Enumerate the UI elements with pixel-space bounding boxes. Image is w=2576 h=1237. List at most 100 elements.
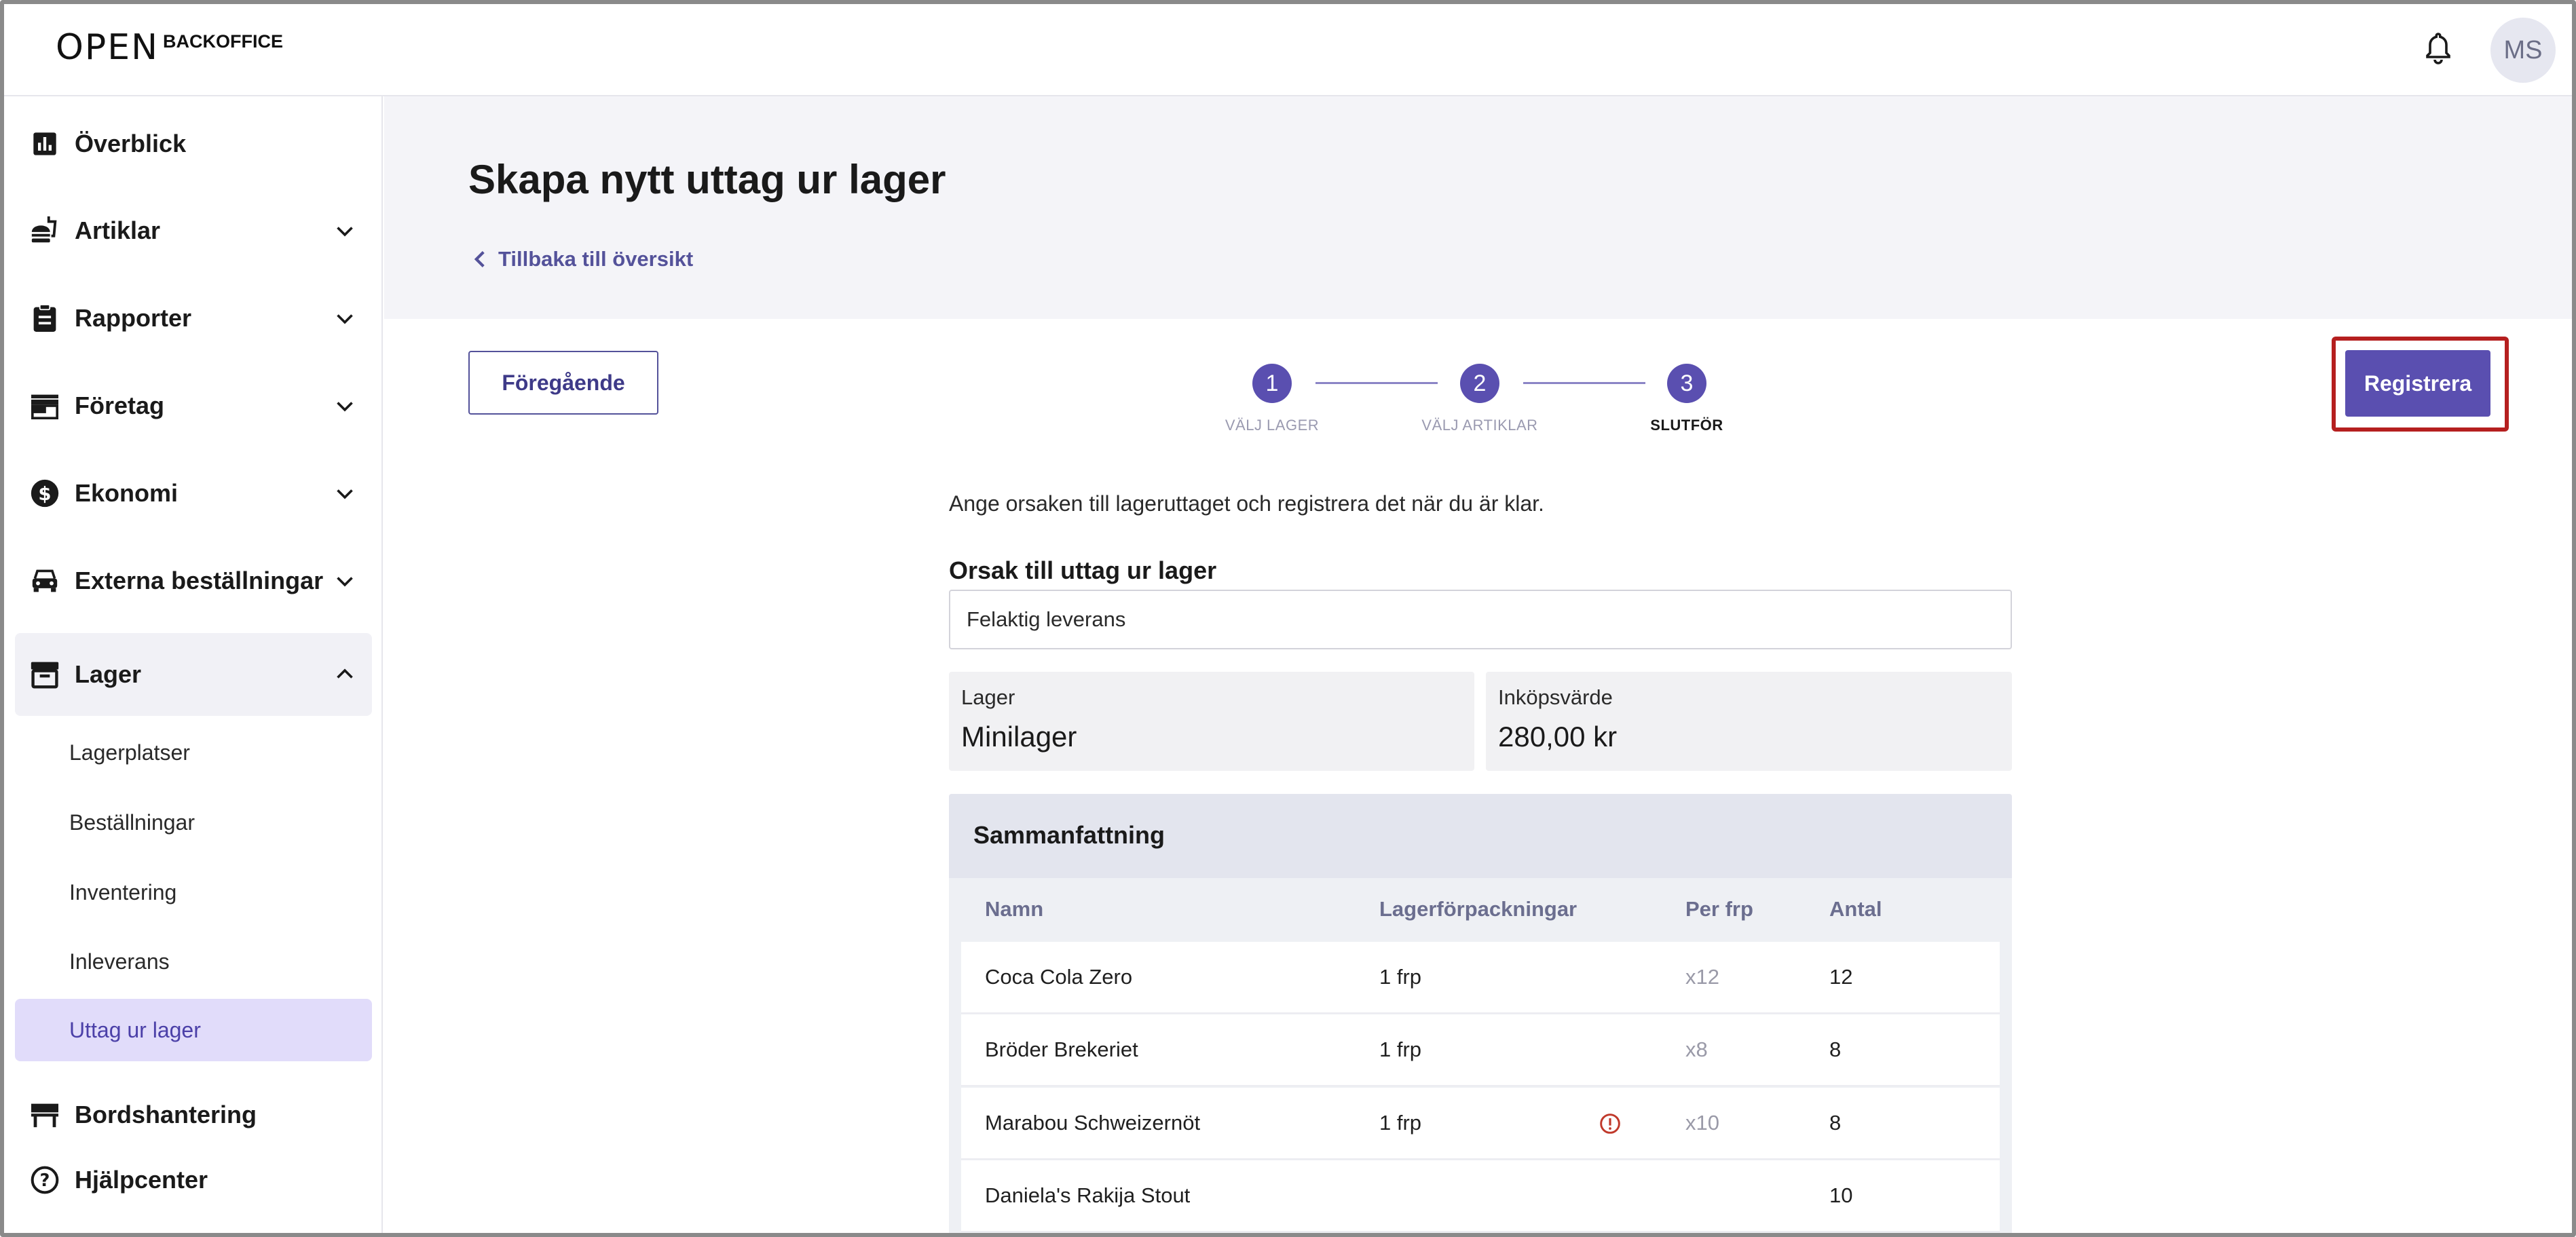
info-card-label: Lager <box>961 685 1015 709</box>
back-link-label: Tillbaka till översikt <box>498 247 694 271</box>
sidebar-subitem-lagerplatser[interactable]: Lagerplatser <box>15 721 372 784</box>
table-icon <box>29 1099 61 1131</box>
avatar-initials: MS <box>2503 35 2543 64</box>
step-2-indicator: 2 <box>1460 364 1499 403</box>
archive-icon <box>29 658 61 691</box>
warning-info-icon[interactable] <box>1599 1113 1621 1135</box>
store-icon <box>29 389 61 422</box>
cell-qty: 12 <box>1829 965 1853 989</box>
reason-label: Orsak till uttag ur lager <box>949 556 1217 584</box>
sidebar-subitem-label: Beställningar <box>69 810 195 835</box>
avatar[interactable]: MS <box>2490 18 2556 83</box>
step-connector <box>1315 382 1438 384</box>
sidebar-item-label: Hjälpcenter <box>75 1166 208 1194</box>
column-header-namn: Namn <box>985 897 1044 921</box>
table-row: Daniela's Rakija Stout 10 <box>961 1160 2000 1232</box>
svg-text:?: ? <box>40 1171 50 1191</box>
chevron-down-icon <box>337 489 353 499</box>
page-title: Skapa nytt uttag ur lager <box>468 157 946 202</box>
cell-name: Marabou Schweizernöt <box>985 1111 1201 1135</box>
chevron-down-icon <box>337 227 353 237</box>
table-row: Coca Cola Zero 1 frp x12 12 <box>961 942 2000 1014</box>
table-row: Bröder Brekeriet 1 frp x8 8 <box>961 1014 2000 1086</box>
cell-per: x12 <box>1685 965 1719 989</box>
sidebar-item-label: Artiklar <box>75 216 161 244</box>
cell-name: Bröder Brekeriet <box>985 1038 1138 1061</box>
register-button[interactable]: Registrera <box>2345 350 2490 417</box>
bell-icon[interactable] <box>2422 31 2454 66</box>
cell-qty: 8 <box>1829 1038 1842 1061</box>
top-header: OPEN BACKOFFICE MS <box>0 0 2576 96</box>
info-card-value: Minilager <box>961 721 1077 753</box>
step-3-indicator: 3 <box>1667 364 1706 403</box>
logo-text: BACKOFFICE <box>163 31 284 52</box>
sidebar-item-overblick[interactable]: Överblick <box>15 102 372 185</box>
sidebar-item-label: Externa beställningar <box>75 567 324 594</box>
sidebar-item-lager[interactable]: Lager <box>15 633 372 716</box>
sidebar-subitem-bestallningar[interactable]: Beställningar <box>15 791 372 854</box>
sidebar-item-label: Rapporter <box>75 304 192 332</box>
sidebar-item-label: Överblick <box>75 130 187 157</box>
summary-title: Sammanfattning <box>973 821 1165 849</box>
info-card-value: 280,00 kr <box>1498 721 1618 753</box>
dollar-icon: $ <box>29 477 61 510</box>
intro-text: Ange orsaken till lageruttaget och regis… <box>949 491 1544 516</box>
sidebar-item-rapporter[interactable]: Rapporter <box>15 277 372 360</box>
chevron-down-icon <box>337 314 353 324</box>
sidebar-subitem-inleverans[interactable]: Inleverans <box>15 930 372 993</box>
help-icon: ? <box>29 1164 61 1196</box>
column-header-antal: Antal <box>1829 897 1882 921</box>
cell-name: Daniela's Rakija Stout <box>985 1183 1191 1207</box>
step-3-label: SLUTFÖR <box>1650 417 1723 434</box>
summary-header: Sammanfattning <box>949 794 2012 878</box>
cell-per: x8 <box>1685 1038 1708 1061</box>
cell-qty: 10 <box>1829 1183 1853 1207</box>
page-header: Skapa nytt uttag ur lager Tillbaka till … <box>384 96 2576 319</box>
sidebar-item-label: Lager <box>75 660 142 688</box>
cell-qty: 8 <box>1829 1111 1842 1135</box>
sidebar-item-artiklar[interactable]: Artiklar <box>15 189 372 272</box>
sidebar-item-externa-bestallningar[interactable]: Externa beställningar <box>15 539 372 622</box>
sidebar-item-label: Ekonomi <box>75 479 179 507</box>
sidebar-item-ekonomi[interactable]: $ Ekonomi <box>15 452 372 535</box>
sidebar-subitem-label: Uttag ur lager <box>69 1017 201 1042</box>
info-card-lager: Lager Minilager <box>949 672 1474 771</box>
sidebar-item-hjalpcenter[interactable]: ? Hjälpcenter <box>15 1139 372 1221</box>
chevron-up-icon <box>337 668 353 679</box>
step-2-label: VÄLJ ARTIKLAR <box>1421 417 1538 434</box>
step-1-label: VÄLJ LAGER <box>1225 417 1320 434</box>
sidebar-item-label: Bordshantering <box>75 1101 257 1128</box>
step-connector <box>1523 382 1645 384</box>
cell-per: x10 <box>1685 1111 1719 1135</box>
cell-packs: 1 frp <box>1379 1111 1422 1135</box>
column-header-per-frp: Per frp <box>1685 897 1753 921</box>
sidebar-subitem-uttag-ur-lager[interactable]: Uttag ur lager <box>15 999 372 1061</box>
car-icon <box>29 565 61 597</box>
previous-button[interactable]: Föregående <box>468 351 658 415</box>
food-icon <box>29 214 61 247</box>
column-header-lagerforpackningar: Lagerförpackningar <box>1379 897 1578 921</box>
sidebar-item-label: Företag <box>75 392 165 419</box>
chevron-left-icon <box>474 251 485 267</box>
info-card-inkopsvarde: Inköpsvärde 280,00 kr <box>1486 672 2012 771</box>
clipboard-icon <box>29 302 61 335</box>
reason-input[interactable] <box>949 590 2012 649</box>
chevron-down-icon <box>337 402 353 412</box>
chevron-down-icon <box>337 577 353 587</box>
sidebar-item-foretag[interactable]: Företag <box>15 364 372 447</box>
back-link[interactable]: Tillbaka till översikt <box>472 247 693 271</box>
chart-icon <box>29 128 61 160</box>
logo-mark: OPEN <box>56 27 160 68</box>
svg-text:$: $ <box>38 483 51 505</box>
sidebar-subitem-label: Inventering <box>69 879 177 905</box>
sidebar-subitem-label: Lagerplatser <box>69 740 190 765</box>
summary-panel: Sammanfattning Namn Lagerförpackningar P… <box>949 794 2012 1237</box>
sidebar: Överblick Artiklar Rapporter Företag $ E… <box>0 96 383 1237</box>
logo[interactable]: OPEN BACKOFFICE <box>56 26 283 69</box>
sidebar-subitem-label: Inleverans <box>69 949 170 974</box>
step-1-indicator: 1 <box>1252 364 1292 403</box>
table-row: Marabou Schweizernöt 1 frp x10 8 <box>961 1088 2000 1160</box>
sidebar-subitem-inventering[interactable]: Inventering <box>15 861 372 924</box>
cell-packs: 1 frp <box>1379 1038 1422 1061</box>
cell-packs: 1 frp <box>1379 965 1422 989</box>
